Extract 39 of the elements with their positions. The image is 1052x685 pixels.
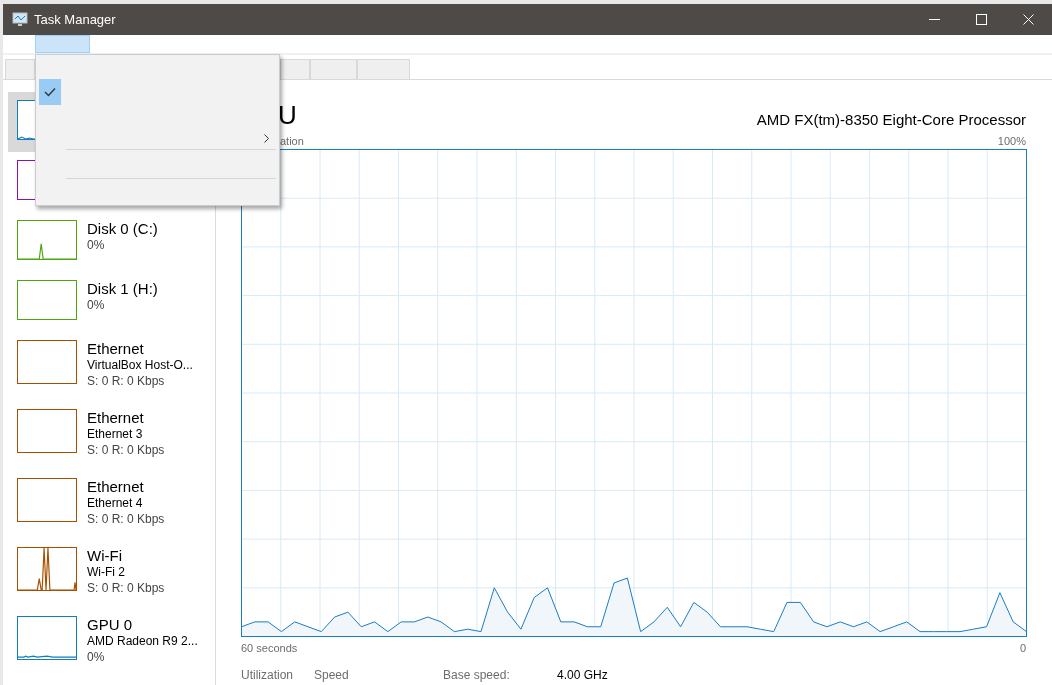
window-title: Task Manager — [34, 12, 116, 27]
device-subtitle: Ethernet 3 — [87, 426, 144, 442]
graph-label: ation — [280, 135, 304, 148]
stat-label: Speed — [314, 668, 350, 682]
minimize-icon — [928, 18, 941, 21]
device-name: Wi-Fi — [87, 547, 123, 564]
device-reading: 0% — [87, 237, 106, 253]
processor-name: AMD FX(tm)-8350 Eight-Core Processor — [756, 111, 1026, 130]
tab[interactable] — [280, 59, 310, 79]
tab[interactable] — [357, 59, 410, 79]
graph-min-label: 0 — [1019, 642, 1026, 654]
device-reading: 0% — [87, 649, 106, 665]
monitor-icon — [12, 12, 28, 27]
tab[interactable] — [5, 59, 35, 79]
stat-label: Base speed: — [443, 668, 511, 682]
close-icon — [1023, 14, 1034, 25]
device-name: Ethernet — [87, 409, 145, 426]
device-name: Ethernet — [87, 478, 145, 495]
time-span-label: 60 seconds — [241, 642, 298, 654]
tab[interactable] — [310, 59, 357, 79]
device-subtitle: AMD Radeon R9 2... — [87, 633, 198, 649]
maximize-icon — [976, 14, 987, 25]
stat-value: 4.00 GHz — [557, 668, 608, 682]
device-subtitle: VirtualBox Host-O... — [87, 357, 193, 373]
device-reading: S: 0 R: 0 Kbps — [87, 511, 165, 527]
panel-title: U — [278, 100, 297, 130]
device-subtitle: Ethernet 4 — [87, 495, 144, 511]
device-subtitle: Wi-Fi 2 — [87, 564, 126, 580]
device-name: Ethernet — [87, 340, 145, 357]
graph-max-label: 100% — [997, 135, 1026, 148]
menu-item[interactable] — [35, 35, 90, 53]
stat-label: Utilization — [241, 668, 295, 682]
device-reading: S: 0 R: 0 Kbps — [87, 580, 165, 596]
device-name: Disk 0 (C:) — [87, 220, 158, 237]
device-reading: S: 0 R: 0 Kbps — [87, 373, 166, 389]
device-reading: 0% — [87, 297, 106, 313]
device-name: Disk 1 (H:) — [87, 280, 158, 297]
device-name: GPU 0 — [87, 616, 133, 633]
device-reading: S: 0 R: 0 Kbps — [87, 442, 165, 458]
